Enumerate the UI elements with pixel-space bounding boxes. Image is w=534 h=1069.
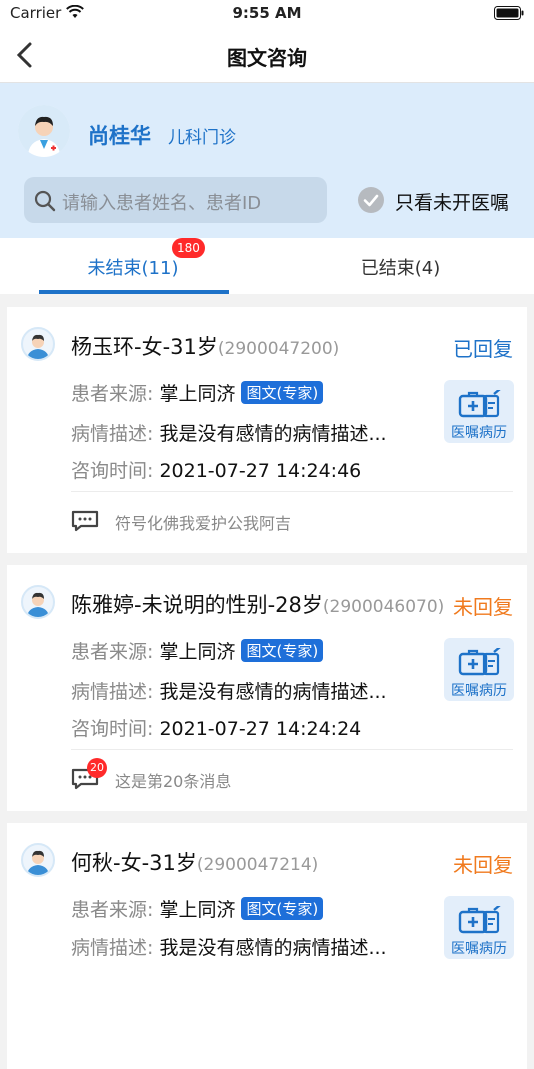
consultation-card[interactable]: 何秋-女-31岁(2900047214) 未回复 患者来源: 掌上同济 图文(专家…	[7, 823, 527, 1069]
reply-status: 已回复	[453, 337, 513, 361]
prescription-label: 医嘱病历	[451, 941, 507, 957]
patient-avatar-icon	[27, 850, 49, 875]
tab-ongoing-badge: 180	[172, 238, 205, 258]
chat-icon	[71, 510, 99, 532]
tab-finished[interactable]: 已结束(4)	[267, 254, 534, 280]
nav-bar: 图文咨询	[0, 28, 534, 83]
patient-name: 陈雅婷-未说明的性别-28岁(2900046070)	[71, 593, 445, 617]
doctor-name: 尚桂华	[88, 124, 151, 148]
time-row: 咨询时间: 2021-07-27 14:24:24	[71, 718, 362, 740]
last-message: 符号化佛我爱护公我阿吉	[115, 514, 292, 533]
consultation-card[interactable]: 陈雅婷-未说明的性别-28岁(2900046070) 未回复 患者来源: 掌上同…	[7, 565, 527, 811]
prescription-label: 医嘱病历	[451, 683, 507, 699]
check-circle-icon[interactable]	[358, 187, 384, 213]
status-tabs: 未结束(11) 180 已结束(4)	[0, 238, 534, 294]
unread-count-badge: 20	[87, 758, 107, 778]
battery-icon	[494, 6, 524, 20]
consult-type-tag: 图文(专家)	[241, 639, 324, 662]
active-tab-indicator	[39, 290, 229, 294]
consult-type-tag: 图文(专家)	[241, 381, 324, 404]
time-row: 咨询时间: 2021-07-27 14:24:46	[71, 460, 362, 482]
prescription-record-button[interactable]: 医嘱病历	[444, 380, 514, 443]
reply-status: 未回复	[453, 853, 513, 877]
filter-label: 只看未开医嘱	[395, 192, 510, 214]
prescription-label: 医嘱病历	[451, 425, 507, 441]
search-placeholder: 请输入患者姓名、患者ID	[62, 193, 262, 214]
medical-kit-icon	[458, 906, 501, 934]
last-message: 这是第20条消息	[115, 772, 232, 791]
patient-id: (2900046070)	[322, 597, 445, 617]
patient-id: (2900047214)	[196, 855, 319, 875]
patient-avatar-icon	[27, 592, 49, 617]
source-row: 患者来源: 掌上同济 图文(专家)	[71, 637, 324, 664]
search-icon	[34, 190, 56, 212]
patient-avatar	[21, 843, 55, 877]
description-row: 病情描述: 我是没有感情的病情描述...	[71, 937, 387, 959]
medical-kit-icon	[458, 648, 501, 676]
consultation-card[interactable]: 杨玉环-女-31岁(2900047200) 已回复 患者来源: 掌上同济 图文(专…	[7, 307, 527, 553]
card-divider	[71, 749, 513, 750]
patient-avatar-icon	[27, 334, 49, 359]
reply-status: 未回复	[453, 595, 513, 619]
patient-avatar	[21, 585, 55, 619]
doctor-avatar-icon	[18, 105, 70, 157]
source-row: 患者来源: 掌上同济 图文(专家)	[71, 895, 324, 922]
search-input[interactable]: 请输入患者姓名、患者ID	[24, 177, 327, 223]
page-title: 图文咨询	[227, 46, 307, 70]
medical-kit-icon	[458, 390, 501, 418]
card-divider	[71, 491, 513, 492]
description-row: 病情描述: 我是没有感情的病情描述...	[71, 423, 387, 445]
patient-name: 何秋-女-31岁(2900047214)	[71, 851, 319, 875]
source-row: 患者来源: 掌上同济 图文(专家)	[71, 379, 324, 406]
clock-time: 9:55 AM	[232, 4, 302, 22]
patient-id: (2900047200)	[217, 339, 340, 359]
patient-avatar	[21, 327, 55, 361]
status-bar: Carrier 9:55 AM	[0, 0, 534, 28]
prescription-record-button[interactable]: 医嘱病历	[444, 638, 514, 701]
patient-name: 杨玉环-女-31岁(2900047200)	[71, 335, 340, 359]
doctor-avatar	[18, 105, 70, 157]
doctor-header: 尚桂华 儿科门诊 请输入患者姓名、患者ID 只看未开医嘱	[0, 83, 534, 238]
description-row: 病情描述: 我是没有感情的病情描述...	[71, 681, 387, 703]
doctor-department: 儿科门诊	[168, 128, 236, 148]
consult-type-tag: 图文(专家)	[241, 897, 324, 920]
tab-ongoing[interactable]: 未结束(11)	[0, 254, 266, 280]
